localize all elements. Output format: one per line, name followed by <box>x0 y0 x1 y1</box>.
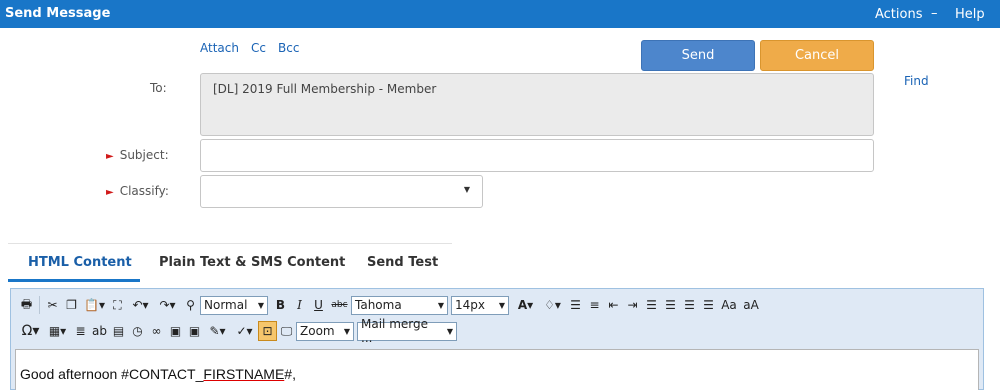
minimize-button[interactable]: – <box>931 6 938 21</box>
active-tab-indicator <box>8 279 140 282</box>
format-painter-icon[interactable]: ✎▾ <box>204 321 231 341</box>
strikethrough-button[interactable]: abc <box>328 295 351 315</box>
find-replace-icon[interactable]: ⚲ <box>181 295 200 315</box>
send-button[interactable]: Send <box>641 40 755 71</box>
font-family-select[interactable]: Tahoma ▼ <box>351 295 448 315</box>
italic-button[interactable]: I <box>290 295 309 315</box>
cut-icon[interactable]: ✂ <box>43 295 62 315</box>
window-titlebar: Send Message Actions – Help <box>0 0 1000 28</box>
font-size-select[interactable]: 14px ▼ <box>451 295 509 315</box>
required-marker-icon: ► <box>106 151 114 162</box>
help-link[interactable]: Help <box>955 7 985 22</box>
zoom-value: Zoom <box>300 324 335 338</box>
select-all-icon[interactable]: ⛶ <box>108 295 127 315</box>
font-color-button[interactable]: A ▾ <box>512 295 539 315</box>
merge-token: FIRSTNAME <box>203 366 285 382</box>
tabs-divider <box>8 243 452 244</box>
chevron-down-icon: ▼ <box>343 326 350 336</box>
toolbar-row-2: Ω ▾ ▦▾ ≣ ab ▤ ◷ ∞ ▣ ▣ ✎▾ ✓▾ ⊡ 🖵 Zoom ▼ Mai… <box>17 317 460 345</box>
paragraph-format-select[interactable]: Normal ▼ <box>200 295 268 315</box>
preview-icon[interactable]: 🖵 <box>277 321 296 341</box>
mail-merge-value: Mail merge ... <box>361 317 428 345</box>
indent-icon[interactable]: ⇥ <box>623 295 642 315</box>
font-size-value: 14px <box>455 298 485 312</box>
subject-input[interactable] <box>200 139 874 172</box>
bcc-link[interactable]: Bcc <box>278 41 299 55</box>
table-icon[interactable]: ▦▾ <box>44 321 71 341</box>
bold-button[interactable]: B <box>271 295 290 315</box>
tab-html-content[interactable]: HTML Content <box>28 255 132 270</box>
greeting-text: Good afternoon #CONTACT_ <box>20 366 204 382</box>
toolbar-separator <box>39 296 40 314</box>
align-left-icon[interactable]: ☰ <box>642 295 661 315</box>
design-mode-icon[interactable]: ⊡ <box>258 321 277 341</box>
uppercase-button[interactable]: Aa <box>718 295 740 315</box>
paste-icon[interactable]: 📋▾ <box>81 295 108 315</box>
chevron-down-icon: ▼ <box>463 185 470 194</box>
tab-plain-text-sms[interactable]: Plain Text & SMS Content <box>159 255 345 270</box>
classify-select[interactable]: ▼ <box>200 175 483 208</box>
align-center-icon[interactable]: ☰ <box>661 295 680 315</box>
classify-label-text: Classify: <box>119 184 169 198</box>
paragraph-icon[interactable]: ≣ <box>71 321 90 341</box>
toolbar-row-1: 🖶 ✂ ❐ 📋▾ ⛶ ↶▾ ↷▾ ⚲ Normal ▼ B I U abc Tah… <box>17 294 762 316</box>
window-title: Send Message <box>5 6 111 21</box>
spell-check-icon[interactable]: ✓▾ <box>231 321 258 341</box>
mail-merge-select[interactable]: Mail merge ... ▼ <box>357 317 457 345</box>
justify-icon[interactable]: ☰ <box>699 295 718 315</box>
numbered-list-icon[interactable]: ☰ <box>566 295 585 315</box>
copy-icon[interactable]: ❐ <box>62 295 81 315</box>
print-icon[interactable]: 🖶 <box>17 295 36 315</box>
underline-button[interactable]: U <box>309 295 328 315</box>
classify-label: ► Classify: <box>106 184 169 198</box>
actions-menu[interactable]: Actions <box>875 7 923 22</box>
paragraph-format-value: Normal <box>204 298 248 312</box>
insert-time-icon[interactable]: ◷ <box>128 321 147 341</box>
chevron-down-icon: ▼ <box>446 326 453 336</box>
redo-icon[interactable]: ↷▾ <box>154 295 181 315</box>
special-char-button[interactable]: Ω ▾ <box>17 321 44 341</box>
highlight-color-icon[interactable]: ♢▾ <box>539 295 566 315</box>
subject-label-text: Subject: <box>119 148 169 162</box>
chevron-down-icon: ▼ <box>498 300 505 310</box>
link-icon[interactable]: ∞ <box>147 321 166 341</box>
editor-text: Good afternoon #CONTACT_FIRSTNAME#, <box>20 366 296 382</box>
spellcheck-abc-icon[interactable]: ab <box>90 321 109 341</box>
required-marker-icon: ► <box>106 187 114 198</box>
find-link[interactable]: Find <box>904 74 929 88</box>
lowercase-button[interactable]: aA <box>740 295 762 315</box>
image-manager-icon[interactable]: ▣ <box>185 321 204 341</box>
to-field[interactable]: [DL] 2019 Full Membership - Member <box>200 73 874 136</box>
font-color-icon: A <box>517 298 528 312</box>
insert-date-icon[interactable]: ▤ <box>109 321 128 341</box>
tab-send-test[interactable]: Send Test <box>367 255 438 270</box>
html-editor: 🖶 ✂ ❐ 📋▾ ⛶ ↶▾ ↷▾ ⚲ Normal ▼ B I U abc Tah… <box>10 288 984 390</box>
image-icon[interactable]: ▣ <box>166 321 185 341</box>
to-recipient: [DL] 2019 Full Membership - Member <box>213 82 437 96</box>
attach-link[interactable]: Attach <box>200 41 239 55</box>
to-label: To: <box>150 81 167 95</box>
editor-content-area[interactable]: Good afternoon #CONTACT_FIRSTNAME#, <box>15 349 979 390</box>
greeting-suffix: #, <box>284 366 296 382</box>
chevron-down-icon: ▼ <box>257 300 264 310</box>
outdent-icon[interactable]: ⇤ <box>604 295 623 315</box>
cc-link[interactable]: Cc <box>251 41 266 55</box>
align-right-icon[interactable]: ☰ <box>680 295 699 315</box>
chevron-down-icon: ▼ <box>437 300 444 310</box>
subject-label: ► Subject: <box>106 148 169 162</box>
zoom-select[interactable]: Zoom ▼ <box>296 321 354 341</box>
special-char-icon: Ω <box>21 323 33 339</box>
undo-icon[interactable]: ↶▾ <box>127 295 154 315</box>
font-family-value: Tahoma <box>355 298 402 312</box>
bulleted-list-icon[interactable]: ≡ <box>585 295 604 315</box>
cancel-button[interactable]: Cancel <box>760 40 874 71</box>
